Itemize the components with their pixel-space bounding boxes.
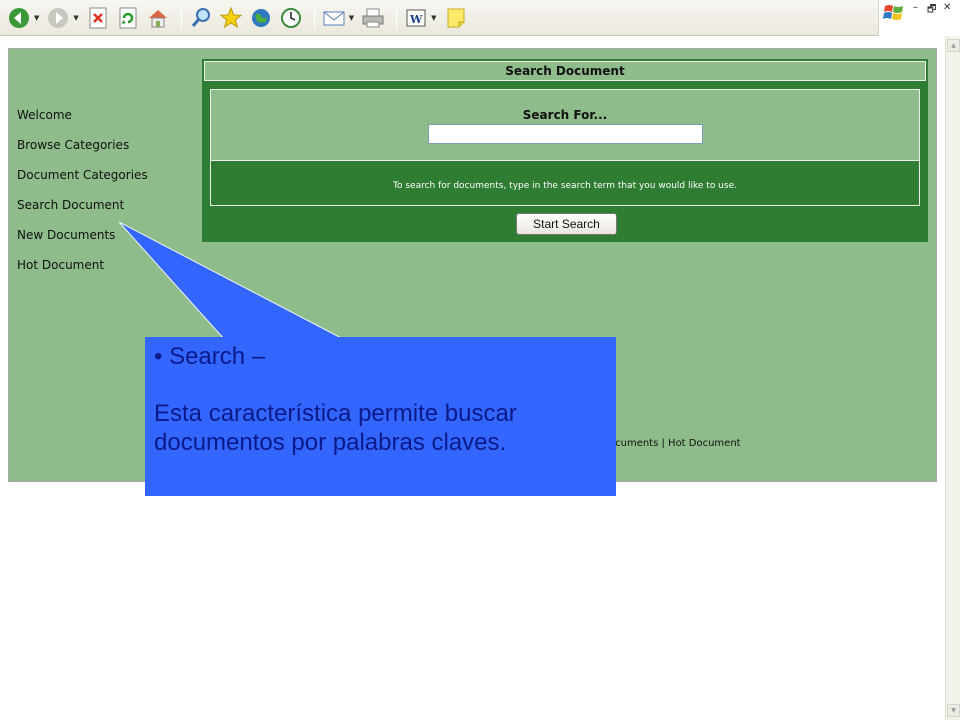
history-icon[interactable] — [278, 5, 304, 31]
search-hint-text: To search for documents, type in the sea… — [393, 181, 737, 191]
sidebar-item-search-document[interactable]: Search Document — [17, 197, 148, 227]
sidebar-nav: Welcome Browse Categories Document Categ… — [17, 107, 148, 287]
mail-icon[interactable] — [321, 5, 347, 31]
word-dropdown-icon[interactable]: ▼ — [431, 14, 436, 22]
scroll-down-icon[interactable]: ▼ — [947, 704, 960, 717]
toolbar-separator — [180, 5, 182, 30]
scroll-up-icon[interactable]: ▲ — [947, 39, 960, 52]
back-dropdown-icon[interactable]: ▼ — [34, 14, 39, 22]
search-icon[interactable] — [188, 5, 214, 31]
footer-links[interactable]: ocuments | Hot Document — [609, 438, 741, 449]
restore-button[interactable]: 🗗 — [927, 2, 936, 19]
annotation-callout: • Search – Esta característica permite b… — [145, 337, 616, 496]
note-icon[interactable] — [443, 5, 469, 31]
print-icon[interactable] — [360, 5, 386, 31]
search-for-label: Search For... — [522, 108, 608, 122]
forward-icon[interactable] — [45, 5, 71, 31]
browser-toolbar: ▼ ▼ ▼ W ▼ — [0, 0, 878, 36]
browser-corner: – 🗗 ✕ — [878, 0, 960, 36]
toolbar-separator — [313, 5, 315, 30]
sidebar-item-new-documents[interactable]: New Documents — [17, 227, 148, 257]
svg-text:W: W — [409, 13, 423, 26]
search-panel: Search Document Search For... To search … — [202, 59, 928, 242]
sidebar-item-browse-categories[interactable]: Browse Categories — [17, 137, 148, 167]
media-icon[interactable] — [248, 5, 274, 31]
favorites-icon[interactable] — [218, 5, 244, 31]
search-box: Search For... — [210, 89, 920, 161]
search-input[interactable] — [427, 124, 703, 144]
search-panel-title: Search Document — [204, 61, 926, 81]
refresh-icon[interactable] — [115, 5, 141, 31]
mail-dropdown-icon[interactable]: ▼ — [349, 14, 354, 22]
vertical-scrollbar[interactable]: ▲ ▼ — [945, 36, 960, 720]
home-icon[interactable] — [145, 5, 171, 31]
search-hint-box: To search for documents, type in the sea… — [210, 159, 920, 206]
start-search-button[interactable]: Start Search — [516, 213, 617, 235]
toolbar-separator — [396, 5, 398, 30]
callout-body: Esta característica permite buscar docum… — [154, 399, 517, 456]
back-icon[interactable] — [6, 5, 32, 31]
stop-icon[interactable] — [85, 5, 111, 31]
windows-logo-icon — [883, 3, 905, 27]
close-button[interactable]: ✕ — [943, 2, 951, 13]
callout-heading: • Search – — [154, 343, 266, 370]
sidebar-item-document-categories[interactable]: Document Categories — [17, 167, 148, 197]
sidebar-item-hot-document[interactable]: Hot Document — [17, 257, 148, 287]
minimize-button[interactable]: – — [913, 2, 918, 13]
forward-dropdown-icon[interactable]: ▼ — [73, 14, 78, 22]
sidebar-item-welcome[interactable]: Welcome — [17, 107, 148, 137]
word-icon[interactable]: W — [403, 5, 429, 31]
